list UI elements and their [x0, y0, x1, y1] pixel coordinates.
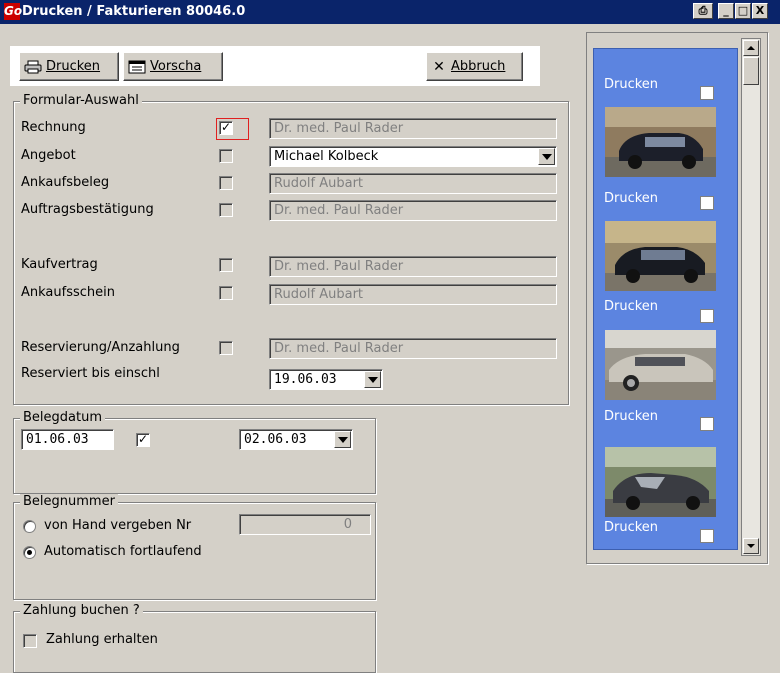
chevron-down-icon[interactable] — [538, 148, 555, 165]
vertical-scrollbar[interactable] — [741, 38, 761, 556]
checkbox-kaufvertrag[interactable] — [219, 258, 233, 272]
belegdatum-to-picker[interactable]: 02.06.03 — [239, 429, 353, 450]
scroll-thumb[interactable] — [743, 57, 759, 85]
print-window-icon[interactable]: ⎙ — [693, 3, 713, 19]
checkbox-reservierung[interactable] — [219, 341, 233, 355]
minimize-button[interactable]: _ — [718, 3, 734, 19]
tile-checkbox[interactable] — [700, 196, 714, 210]
car-photo-3 — [605, 330, 716, 400]
field-auftragsbestaetigung[interactable]: Dr. med. Paul Rader — [269, 200, 557, 221]
row-label-angebot: Angebot — [21, 148, 76, 163]
window-title: Drucken / Fakturieren 80046.0 — [22, 4, 246, 19]
reserviert-date-picker[interactable]: 19.06.03 — [269, 369, 383, 390]
checkbox-ankaufsschein[interactable] — [219, 286, 233, 300]
chevron-up-icon — [747, 46, 755, 50]
tile-label: Drucken — [604, 77, 659, 92]
radio-manual-label: von Hand vergeben Nr — [44, 518, 192, 533]
scroll-up-button[interactable] — [743, 40, 759, 56]
radio-manual[interactable] — [23, 520, 36, 533]
field-ankaufsschein[interactable]: Rudolf Aubart — [269, 284, 557, 305]
cancel-button-label: Abbruch — [451, 59, 506, 74]
manual-number-value: 0 — [343, 517, 352, 532]
row-label-auftragsbestaetigung: Auftragsbestätigung — [21, 202, 154, 217]
row-label-ankaufsbeleg: Ankaufsbeleg — [21, 175, 110, 190]
tile-label: Drucken — [604, 409, 659, 424]
select-angebot[interactable]: Michael Kolbeck — [269, 146, 557, 167]
field-ankaufsbeleg[interactable]: Rudolf Aubart — [269, 173, 557, 194]
reserviert-label: Reserviert bis einschl — [21, 366, 160, 381]
maximize-button[interactable]: □ — [735, 3, 751, 19]
close-button[interactable]: X — [752, 3, 768, 19]
tile-label: Drucken — [604, 299, 659, 314]
radio-auto[interactable] — [23, 546, 36, 559]
checkbox-rechnung[interactable]: ✓ — [219, 121, 233, 135]
belegdatum-checkbox[interactable]: ✓ — [136, 433, 150, 447]
scroll-down-button[interactable] — [743, 538, 759, 554]
row-label-ankaufsschein: Ankaufsschein — [21, 285, 115, 300]
row-label-rechnung: Rechnung — [21, 120, 86, 135]
radio-auto-label: Automatisch fortlaufend — [44, 544, 202, 559]
tile-checkbox[interactable] — [700, 309, 714, 323]
field-rechnung[interactable]: Dr. med. Paul Rader — [269, 118, 557, 139]
reserviert-date-value: 19.06.03 — [274, 372, 337, 387]
checkbox-auftragsbestaetigung[interactable] — [219, 203, 233, 217]
images-panel: Drucken Drucken Drucken Drucken Drucken — [593, 48, 738, 550]
formular-legend: Formular-Auswahl — [20, 93, 142, 108]
field-kaufvertrag[interactable]: Dr. med. Paul Rader — [269, 256, 557, 277]
belegdatum-legend: Belegdatum — [20, 410, 105, 425]
tile-checkbox[interactable] — [700, 529, 714, 543]
preview-button-label: Vorscha — [150, 59, 202, 74]
chevron-down-icon[interactable] — [334, 431, 351, 448]
belegdatum-from-input[interactable]: 01.06.03 — [21, 429, 114, 450]
checkbox-angebot[interactable] — [219, 149, 233, 163]
tile-label: Drucken — [604, 191, 659, 206]
car-photo-2 — [605, 221, 716, 291]
checkbox-zahlung[interactable] — [23, 634, 37, 648]
title-bar: Go Drucken / Fakturieren 80046.0 ⎙ _ □ X — [0, 0, 780, 24]
preview-button[interactable]: Vorscha — [123, 52, 223, 81]
row-label-reservierung: Reservierung/Anzahlung — [21, 340, 180, 355]
zahlung-label: Zahlung erhalten — [46, 632, 158, 647]
chevron-down-icon[interactable] — [364, 371, 381, 388]
app-logo: Go — [4, 3, 23, 20]
tile-checkbox[interactable] — [700, 86, 714, 100]
preview-icon — [128, 60, 146, 74]
car-photo-1 — [605, 107, 716, 177]
tile-label: Drucken — [604, 520, 659, 535]
belegnummer-legend: Belegnummer — [20, 494, 118, 509]
printer-icon — [24, 60, 42, 74]
row-label-kaufvertrag: Kaufvertrag — [21, 257, 98, 272]
manual-number-input[interactable]: 0 — [239, 514, 371, 535]
zahlung-legend: Zahlung buchen ? — [20, 603, 143, 618]
cancel-button[interactable]: ✕ Abbruch — [426, 52, 523, 81]
checkbox-ankaufsbeleg[interactable] — [219, 176, 233, 190]
print-button[interactable]: Drucken — [19, 52, 119, 81]
field-reservierung[interactable]: Dr. med. Paul Rader — [269, 338, 557, 359]
print-button-label: Drucken — [46, 59, 101, 74]
car-photo-4 — [605, 447, 716, 517]
chevron-down-icon — [747, 544, 755, 548]
belegdatum-to-value: 02.06.03 — [244, 432, 307, 447]
select-angebot-value: Michael Kolbeck — [274, 149, 379, 164]
tile-checkbox[interactable] — [700, 417, 714, 431]
close-x-icon: ✕ — [433, 58, 445, 75]
